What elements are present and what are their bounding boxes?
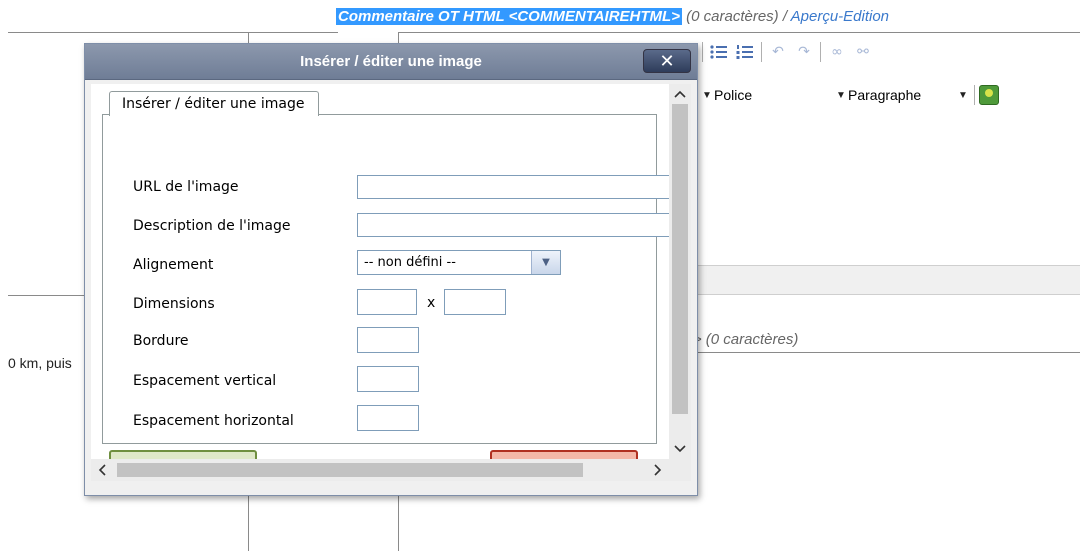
dimensions-separator: x (427, 295, 436, 311)
dialog-content: Insérer / éditer une image URL de l'imag… (91, 84, 669, 459)
editor-toolbar: ↶ ↷ ∞ ⚯ (702, 42, 873, 62)
height-input[interactable] (444, 289, 506, 315)
tab-panel (102, 114, 657, 444)
chevron-right-icon[interactable] (647, 459, 669, 481)
alignment-select[interactable]: -- non défini -- ▼ (357, 250, 561, 275)
chevron-down-icon[interactable]: ▼ (531, 251, 560, 274)
tab-insert-image[interactable]: Insérer / éditer une image (109, 91, 320, 116)
dimensions-label: Dimensions (133, 296, 215, 312)
insert-image-dialog: Insérer / éditer une image ✕ Insérer / é… (84, 43, 698, 496)
insert-button[interactable] (109, 450, 257, 459)
hspace-label: Espacement horizontal (133, 413, 294, 429)
description-input[interactable] (357, 213, 669, 237)
format-combos: ▼ Police ▼ Paragraphe ▼ (700, 82, 999, 108)
url-input[interactable] (357, 175, 669, 199)
image-icon[interactable] (979, 85, 999, 105)
bullet-list-icon[interactable] (709, 42, 729, 62)
chevron-down-icon: ▼ (958, 89, 968, 101)
field-name: Commentaire OT HTML <COMMENTAIREHTML> (336, 8, 682, 25)
border-label: Bordure (133, 333, 189, 349)
second-field-header: '> (0 caractères) (690, 331, 799, 348)
vertical-scroll-thumb[interactable] (672, 104, 688, 414)
dialog-title: Insérer / éditer une image (300, 53, 482, 70)
vspace-input[interactable] (357, 366, 419, 392)
font-combo[interactable]: ▼ Police (700, 84, 830, 106)
header-separator: / (782, 8, 788, 25)
chevron-up-icon[interactable] (669, 84, 691, 104)
horizontal-scroll-thumb[interactable] (117, 463, 583, 477)
bg-divider (8, 295, 88, 296)
description-label: Description de l'image (133, 218, 291, 234)
toolbar-separator (974, 85, 975, 105)
format-combo[interactable]: ▼ Paragraphe ▼ (834, 84, 970, 106)
font-combo-label: Police (714, 87, 753, 103)
alignment-value: -- non défini -- (364, 255, 456, 270)
field-header: Commentaire OT HTML <COMMENTAIREHTML> (0… (336, 8, 889, 25)
scrollbar-corner (669, 459, 691, 481)
horizontal-scrollbar[interactable] (91, 459, 669, 481)
hspace-input[interactable] (357, 405, 419, 431)
bg-divider (8, 32, 338, 33)
toolbar-separator (820, 42, 821, 62)
url-label: URL de l'image (133, 179, 239, 195)
numbered-list-icon[interactable] (735, 42, 755, 62)
cancel-button[interactable] (490, 450, 638, 459)
link-icon[interactable]: ∞ (827, 42, 847, 62)
width-input[interactable] (357, 289, 417, 315)
dialog-titlebar[interactable]: Insérer / éditer une image ✕ (85, 44, 697, 80)
border-input[interactable] (357, 327, 419, 353)
unlink-icon[interactable]: ⚯ (853, 42, 873, 62)
vspace-label: Espacement vertical (133, 373, 277, 389)
preview-edit-link[interactable]: Aperçu-Edition (791, 8, 889, 25)
undo-icon[interactable]: ↶ (768, 42, 788, 62)
toolbar-separator (702, 42, 703, 62)
format-combo-label: Paragraphe (848, 87, 922, 103)
chevron-left-icon[interactable] (91, 459, 113, 481)
chevron-down-icon: ▼ (702, 89, 712, 101)
toolbar-separator (761, 42, 762, 62)
chevron-down-icon: ▼ (836, 89, 846, 101)
left-text-fragment: 0 km, puis (8, 355, 72, 371)
chevron-down-icon[interactable] (669, 439, 691, 459)
bg-divider (696, 352, 1080, 353)
char-count: (0 caractères) (686, 8, 779, 25)
vertical-scrollbar[interactable] (669, 84, 691, 459)
bg-divider (398, 32, 1080, 33)
redo-icon[interactable]: ↷ (794, 42, 814, 62)
close-button[interactable]: ✕ (643, 49, 691, 73)
alignment-label: Alignement (133, 257, 214, 273)
editor-status-bar (695, 265, 1080, 295)
